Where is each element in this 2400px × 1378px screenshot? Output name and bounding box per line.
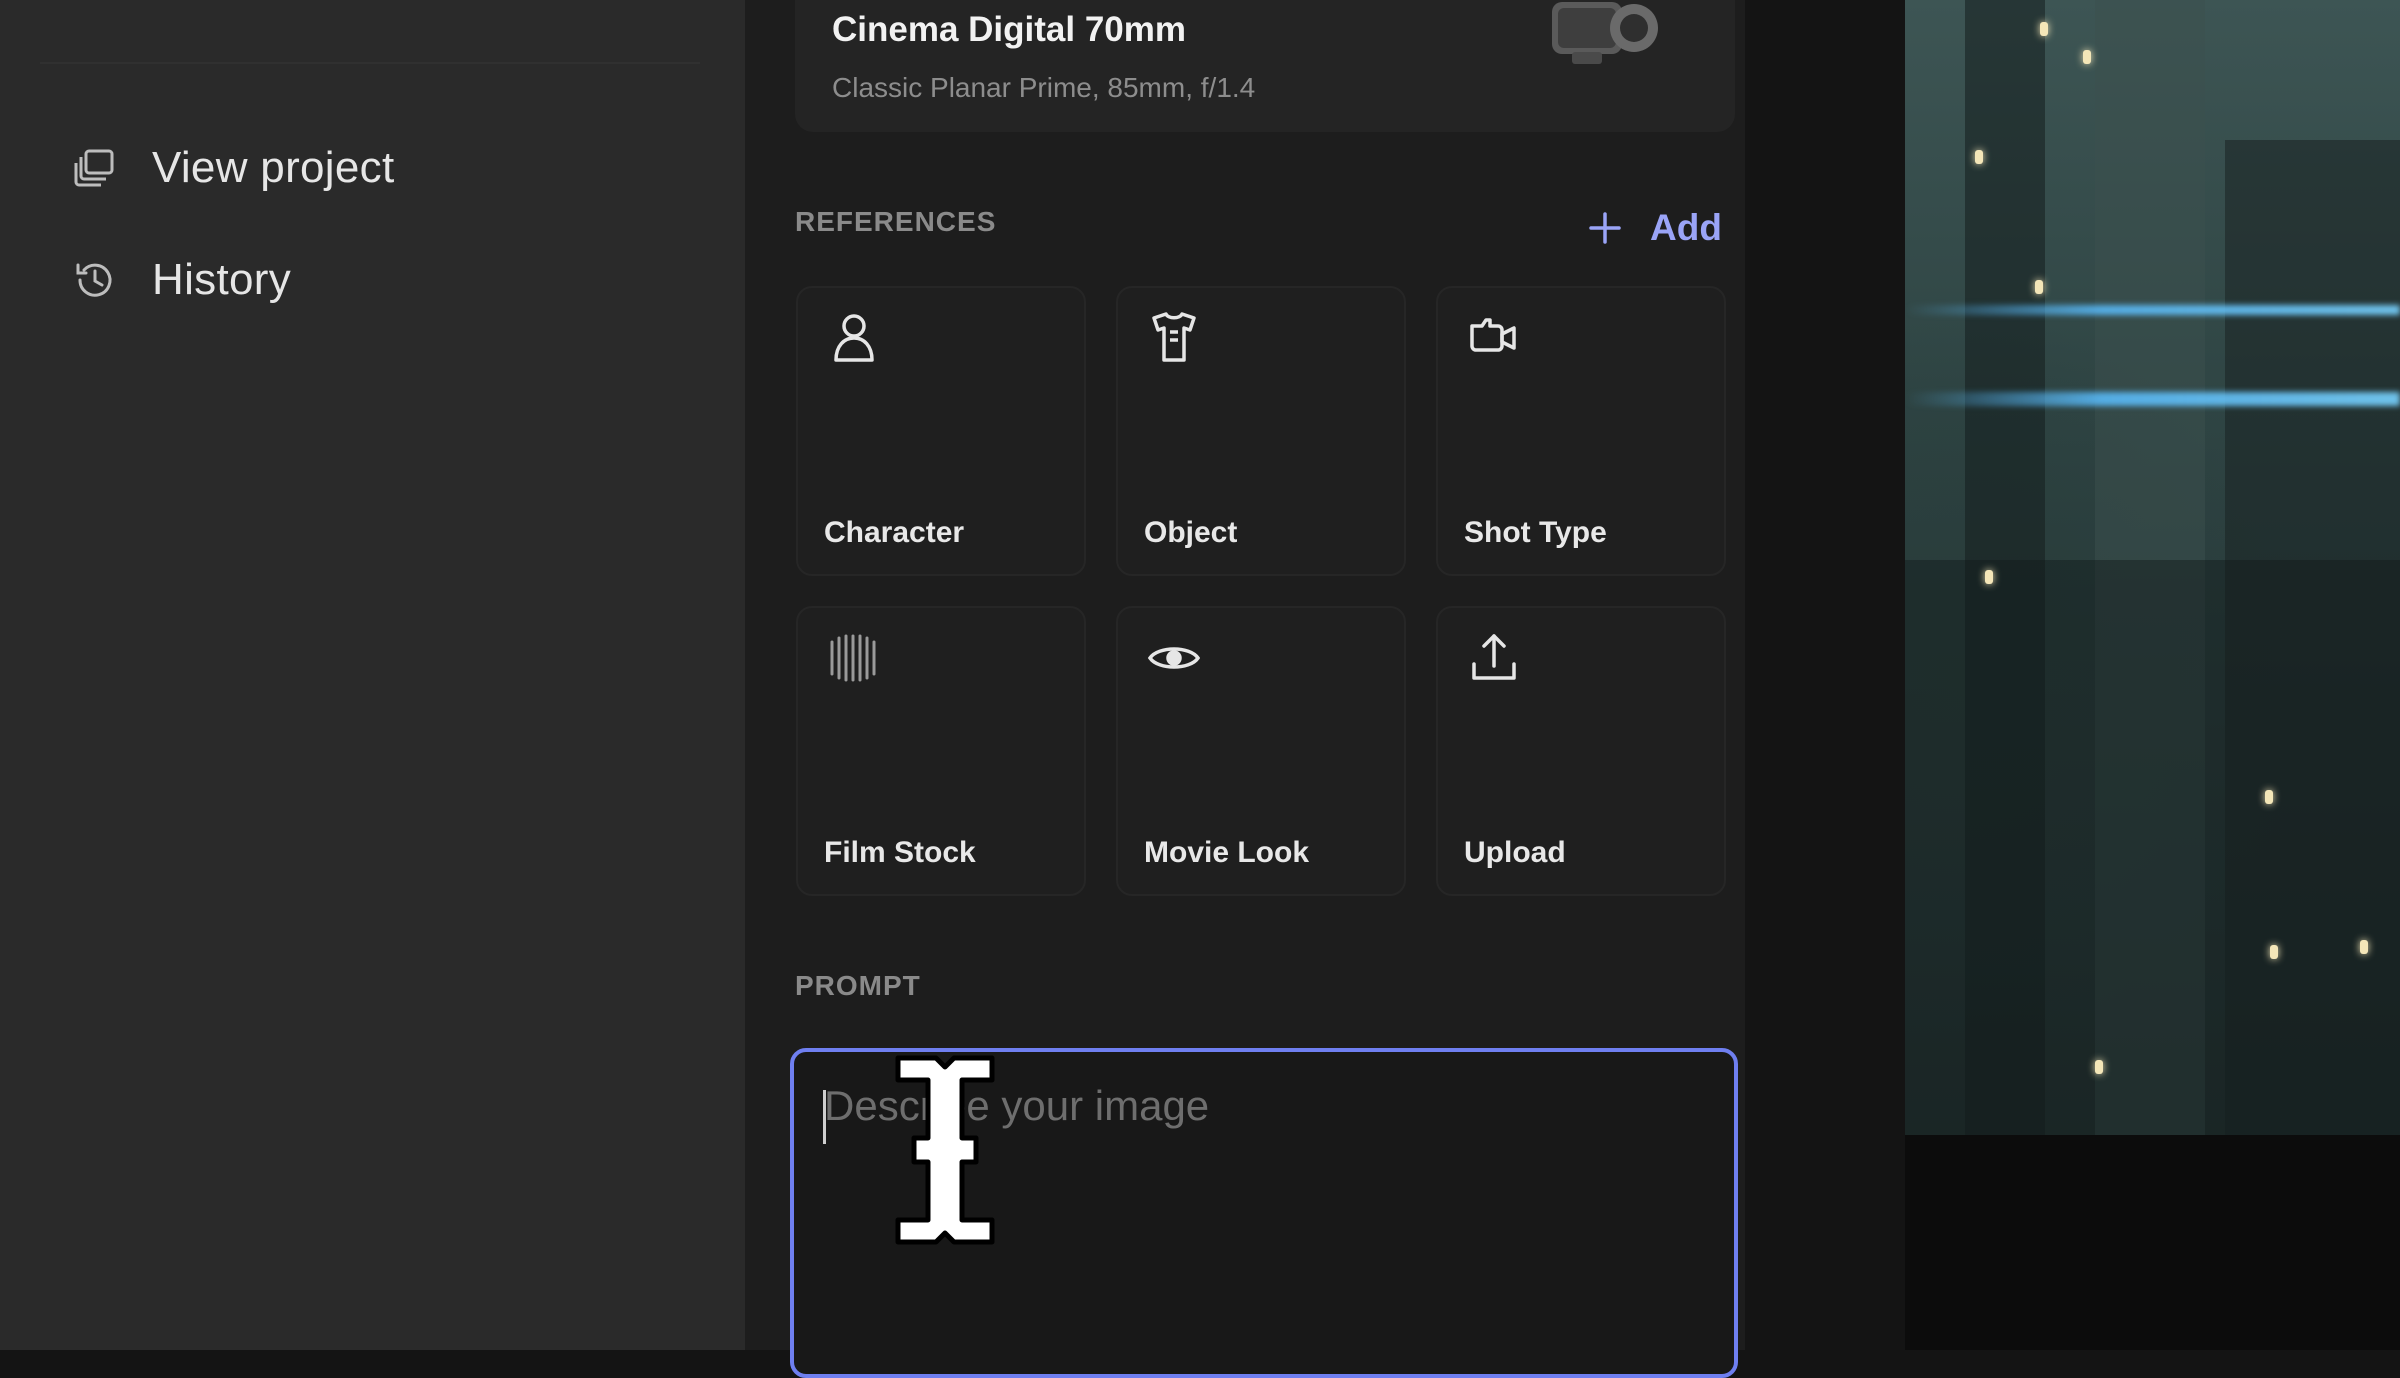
add-label: Add bbox=[1650, 207, 1722, 248]
reference-card-character[interactable]: Character bbox=[796, 286, 1086, 576]
person-icon bbox=[824, 308, 884, 368]
prompt-input[interactable] bbox=[822, 1080, 1706, 1284]
reference-card-upload[interactable]: Upload bbox=[1436, 606, 1726, 896]
sidebar-item-label: History bbox=[152, 255, 291, 304]
history-icon bbox=[72, 257, 118, 303]
reference-card-movie-look[interactable]: Movie Look bbox=[1116, 606, 1406, 896]
plus-icon bbox=[1586, 209, 1624, 247]
camera-subtitle: Classic Planar Prime, 85mm, f/1.4 bbox=[832, 72, 1256, 103]
preview-footer bbox=[1905, 1135, 2400, 1350]
reference-card-object[interactable]: Object bbox=[1116, 286, 1406, 576]
sidebar-divider bbox=[40, 62, 700, 64]
sidebar-item-history[interactable]: History bbox=[72, 248, 632, 312]
sidebar-item-view-project[interactable]: View project bbox=[72, 136, 632, 200]
sidebar-item-label: View project bbox=[152, 143, 395, 192]
image-preview bbox=[1905, 0, 2400, 1135]
reference-card-shot-type[interactable]: Shot Type bbox=[1436, 286, 1726, 576]
reference-card-label: Film Stock bbox=[824, 836, 976, 869]
layers-icon bbox=[72, 145, 118, 191]
text-caret bbox=[823, 1090, 826, 1144]
reference-card-label: Movie Look bbox=[1144, 836, 1310, 869]
film-stock-icon bbox=[824, 628, 884, 688]
sidebar: View project History bbox=[0, 0, 745, 1350]
references-label: REFERENCES bbox=[795, 206, 997, 237]
reference-card-label: Object bbox=[1144, 516, 1238, 549]
app-root: View project History Cinema Digital 70mm… bbox=[0, 0, 2400, 1378]
upload-icon bbox=[1464, 628, 1524, 688]
shirt-icon bbox=[1144, 308, 1204, 368]
eye-icon bbox=[1144, 628, 1204, 688]
video-camera-icon bbox=[1464, 308, 1524, 368]
prompt-box bbox=[790, 1048, 1738, 1378]
camera-icon bbox=[1548, 0, 1668, 66]
camera-title: Cinema Digital 70mm bbox=[832, 10, 1186, 49]
reference-card-label: Character bbox=[824, 516, 965, 549]
reference-card-film-stock[interactable]: Film Stock bbox=[796, 606, 1086, 896]
reference-card-label: Upload bbox=[1464, 836, 1566, 869]
reference-card-label: Shot Type bbox=[1464, 516, 1607, 549]
add-reference-button[interactable]: Add bbox=[1586, 200, 1722, 256]
prompt-label: PROMPT bbox=[795, 970, 921, 1001]
